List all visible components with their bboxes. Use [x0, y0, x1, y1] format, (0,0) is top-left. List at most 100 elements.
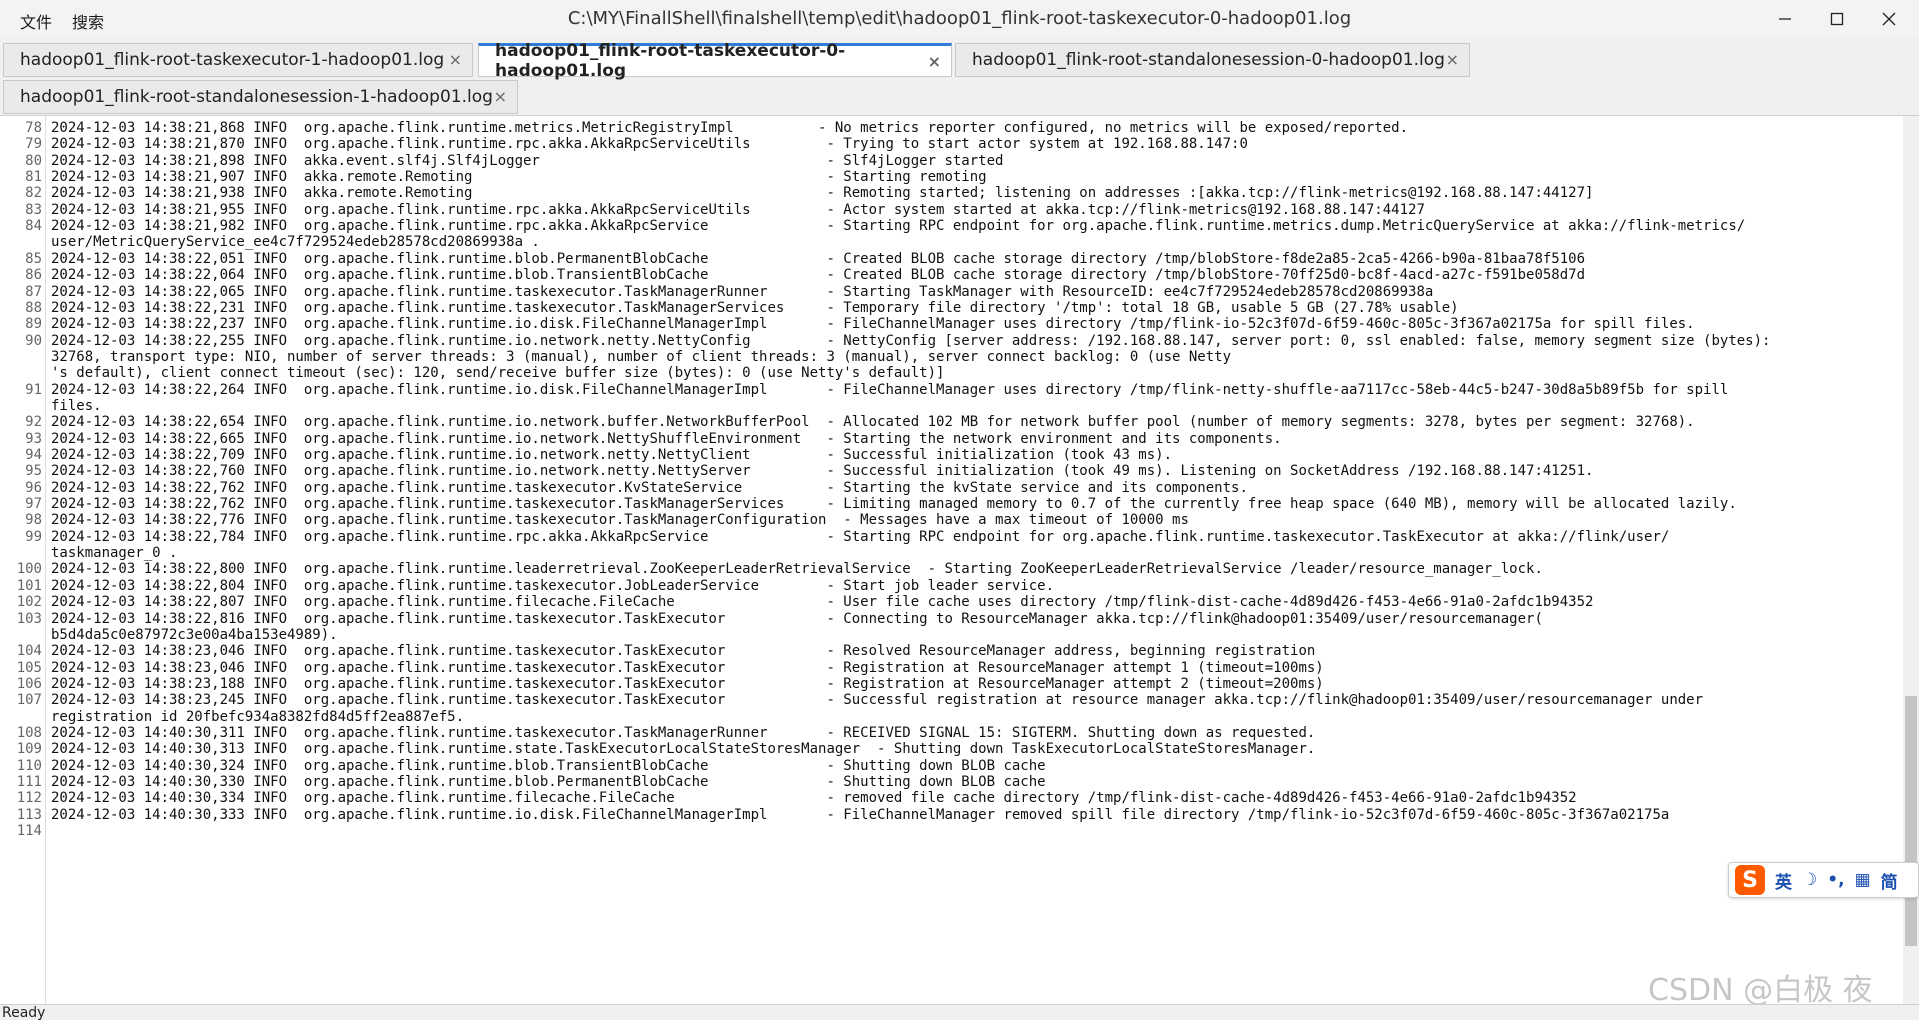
line-number: 86: [25, 267, 42, 284]
ime-toolbar[interactable]: S 英 ☽ •, ▦ 简: [1728, 862, 1919, 898]
punctuation-icon[interactable]: •,: [1827, 870, 1844, 890]
log-line[interactable]: 2024-12-03 14:38:21,898 INFO akka.event.…: [51, 153, 1896, 169]
ime-lang-toggle[interactable]: 英: [1775, 868, 1792, 893]
log-line[interactable]: 2024-12-03 14:38:22,760 INFO org.apache.…: [51, 463, 1896, 479]
log-line[interactable]: 2024-12-03 14:38:21,868 INFO org.apache.…: [51, 120, 1896, 136]
line-number: 105: [16, 659, 42, 676]
line-number: 107: [16, 692, 42, 709]
log-line[interactable]: 2024-12-03 14:38:23,046 INFO org.apache.…: [51, 660, 1896, 676]
tab-standalonesession-0[interactable]: hadoop01_flink-root-standalonesession-0-…: [955, 43, 1470, 77]
log-line[interactable]: 2024-12-03 14:40:30,330 INFO org.apache.…: [51, 774, 1896, 790]
log-line[interactable]: 2024-12-03 14:38:22,231 INFO org.apache.…: [51, 300, 1896, 316]
log-line[interactable]: 2024-12-03 14:38:22,709 INFO org.apache.…: [51, 447, 1896, 463]
minimize-icon: [1779, 18, 1791, 20]
tab-label: hadoop01_flink-root-standalonesession-0-…: [972, 50, 1445, 70]
line-number: 110: [16, 757, 42, 774]
log-line[interactable]: 2024-12-03 14:38:22,776 INFO org.apache.…: [51, 512, 1896, 528]
log-line[interactable]: 2024-12-03 14:38:22,065 INFO org.apache.…: [51, 284, 1896, 300]
line-number: 101: [16, 577, 42, 594]
title-bar: 文件 搜索 C:\MY\FinallShell\finalshell\temp\…: [0, 0, 1919, 38]
line-number: 104: [16, 643, 42, 660]
line-number: 79: [25, 136, 42, 153]
line-number: 84: [25, 218, 42, 235]
tab-label: hadoop01_flink-root-taskexecutor-1-hadoo…: [20, 50, 445, 70]
tab-close-icon[interactable]: ×: [1446, 50, 1459, 69]
line-number: 100: [16, 561, 42, 578]
log-line[interactable]: 2024-12-03 14:38:23,245 INFO org.apache.…: [51, 692, 1896, 725]
log-line[interactable]: 2024-12-03 14:40:30,324 INFO org.apache.…: [51, 758, 1896, 774]
line-number: 82: [25, 185, 42, 202]
line-number: 87: [25, 283, 42, 300]
line-number: 111: [16, 774, 42, 790]
log-line[interactable]: 2024-12-03 14:38:21,938 INFO akka.remote…: [51, 185, 1896, 201]
log-line[interactable]: 2024-12-03 14:38:21,955 INFO org.apache.…: [51, 202, 1896, 218]
log-line[interactable]: 2024-12-03 14:38:21,870 INFO org.apache.…: [51, 136, 1896, 152]
line-number: 98: [25, 512, 42, 529]
log-editor[interactable]: 78 2024-12-03 14:38:21,868 INFO org.apach…: [0, 116, 1919, 1004]
log-line[interactable]: 2024-12-03 14:38:22,264 INFO org.apache.…: [51, 382, 1896, 415]
status-bar: Ready: [0, 1004, 1919, 1021]
scrollbar-thumb[interactable]: [1905, 696, 1917, 946]
log-line[interactable]: 2024-12-03 14:38:22,800 INFO org.apache.…: [51, 561, 1896, 577]
line-number: 90: [25, 332, 42, 349]
log-line[interactable]: 2024-12-03 14:38:22,255 INFO org.apache.…: [51, 333, 1896, 382]
line-number: 112: [16, 790, 42, 807]
menu-file[interactable]: 文件: [20, 9, 52, 33]
log-line[interactable]: 2024-12-03 14:38:22,804 INFO org.apache.…: [51, 578, 1896, 594]
log-line[interactable]: 2024-12-03 14:38:22,807 INFO org.apache.…: [51, 594, 1896, 610]
log-line[interactable]: 2024-12-03 14:38:22,665 INFO org.apache.…: [51, 431, 1896, 447]
line-number: 83: [25, 201, 42, 218]
log-line[interactable]: 2024-12-03 14:40:30,334 INFO org.apache.…: [51, 790, 1896, 806]
minimize-button[interactable]: [1761, 0, 1809, 38]
log-line[interactable]: 2024-12-03 14:38:22,064 INFO org.apache.…: [51, 267, 1896, 283]
sogou-logo-icon[interactable]: S: [1735, 865, 1765, 895]
close-icon: [1882, 12, 1896, 26]
log-line[interactable]: 2024-12-03 14:38:21,982 INFO org.apache.…: [51, 218, 1896, 251]
log-line[interactable]: 2024-12-03 14:38:22,762 INFO org.apache.…: [51, 496, 1896, 512]
log-line[interactable]: 2024-12-03 14:38:22,784 INFO org.apache.…: [51, 529, 1896, 562]
line-number: 109: [16, 741, 42, 758]
line-number: 113: [16, 806, 42, 823]
line-number: 94: [25, 447, 42, 463]
log-line[interactable]: 2024-12-03 14:38:22,051 INFO org.apache.…: [51, 251, 1896, 267]
line-number: 102: [16, 594, 42, 611]
line-number: 78: [25, 120, 42, 136]
close-button[interactable]: [1865, 0, 1913, 38]
line-number: 85: [25, 250, 42, 267]
tab-taskexecutor-0[interactable]: hadoop01_flink-root-taskexecutor-0-hadoo…: [478, 41, 952, 81]
log-line[interactable]: 2024-12-03 14:38:22,654 INFO org.apache.…: [51, 414, 1896, 430]
tab-taskexecutor-1[interactable]: hadoop01_flink-root-taskexecutor-1-hadoo…: [3, 43, 473, 77]
line-number: 97: [25, 496, 42, 513]
tab-close-icon[interactable]: ×: [928, 52, 941, 71]
line-number: 93: [25, 430, 42, 447]
log-line[interactable]: 2024-12-03 14:40:30,333 INFO org.apache.…: [51, 807, 1896, 823]
tab-standalonesession-1[interactable]: hadoop01_flink-root-standalonesession-1-…: [3, 80, 518, 114]
keyboard-icon[interactable]: ▦: [1855, 870, 1871, 890]
log-line[interactable]: 2024-12-03 14:38:23,046 INFO org.apache.…: [51, 643, 1896, 659]
line-number: 95: [25, 463, 42, 480]
line-number: 89: [25, 316, 42, 333]
moon-icon[interactable]: ☽: [1802, 870, 1817, 890]
line-number: 114: [16, 823, 42, 840]
menu-search[interactable]: 搜索: [72, 9, 104, 33]
line-number: 96: [25, 479, 42, 496]
log-line[interactable]: 2024-12-03 14:40:30,313 INFO org.apache.…: [51, 741, 1896, 757]
line-number: 99: [25, 528, 42, 545]
tab-close-icon[interactable]: ×: [449, 50, 462, 69]
log-line[interactable]: 2024-12-03 14:38:22,816 INFO org.apache.…: [51, 611, 1896, 644]
log-line[interactable]: 2024-12-03 14:38:21,907 INFO akka.remote…: [51, 169, 1896, 185]
ime-simplified-toggle[interactable]: 简: [1881, 868, 1898, 893]
log-line[interactable]: 2024-12-03 14:38:23,188 INFO org.apache.…: [51, 676, 1896, 692]
line-number: 103: [16, 610, 42, 627]
tab-close-icon[interactable]: ×: [494, 87, 507, 106]
tab-bar: hadoop01_flink-root-taskexecutor-1-hadoo…: [0, 38, 1919, 116]
log-line[interactable]: 2024-12-03 14:40:30,311 INFO org.apache.…: [51, 725, 1896, 741]
line-number: 106: [16, 675, 42, 692]
tab-label: hadoop01_flink-root-taskexecutor-0-hadoo…: [495, 41, 846, 81]
line-number: 88: [25, 299, 42, 316]
log-line[interactable]: 2024-12-03 14:38:22,237 INFO org.apache.…: [51, 316, 1896, 332]
window-title: C:\MY\FinallShell\finalshell\temp\edit\h…: [567, 8, 1352, 29]
log-line[interactable]: 2024-12-03 14:38:22,762 INFO org.apache.…: [51, 480, 1896, 496]
watermark: CSDN @白极 夜: [1648, 973, 1873, 1008]
maximize-button[interactable]: [1813, 0, 1861, 38]
